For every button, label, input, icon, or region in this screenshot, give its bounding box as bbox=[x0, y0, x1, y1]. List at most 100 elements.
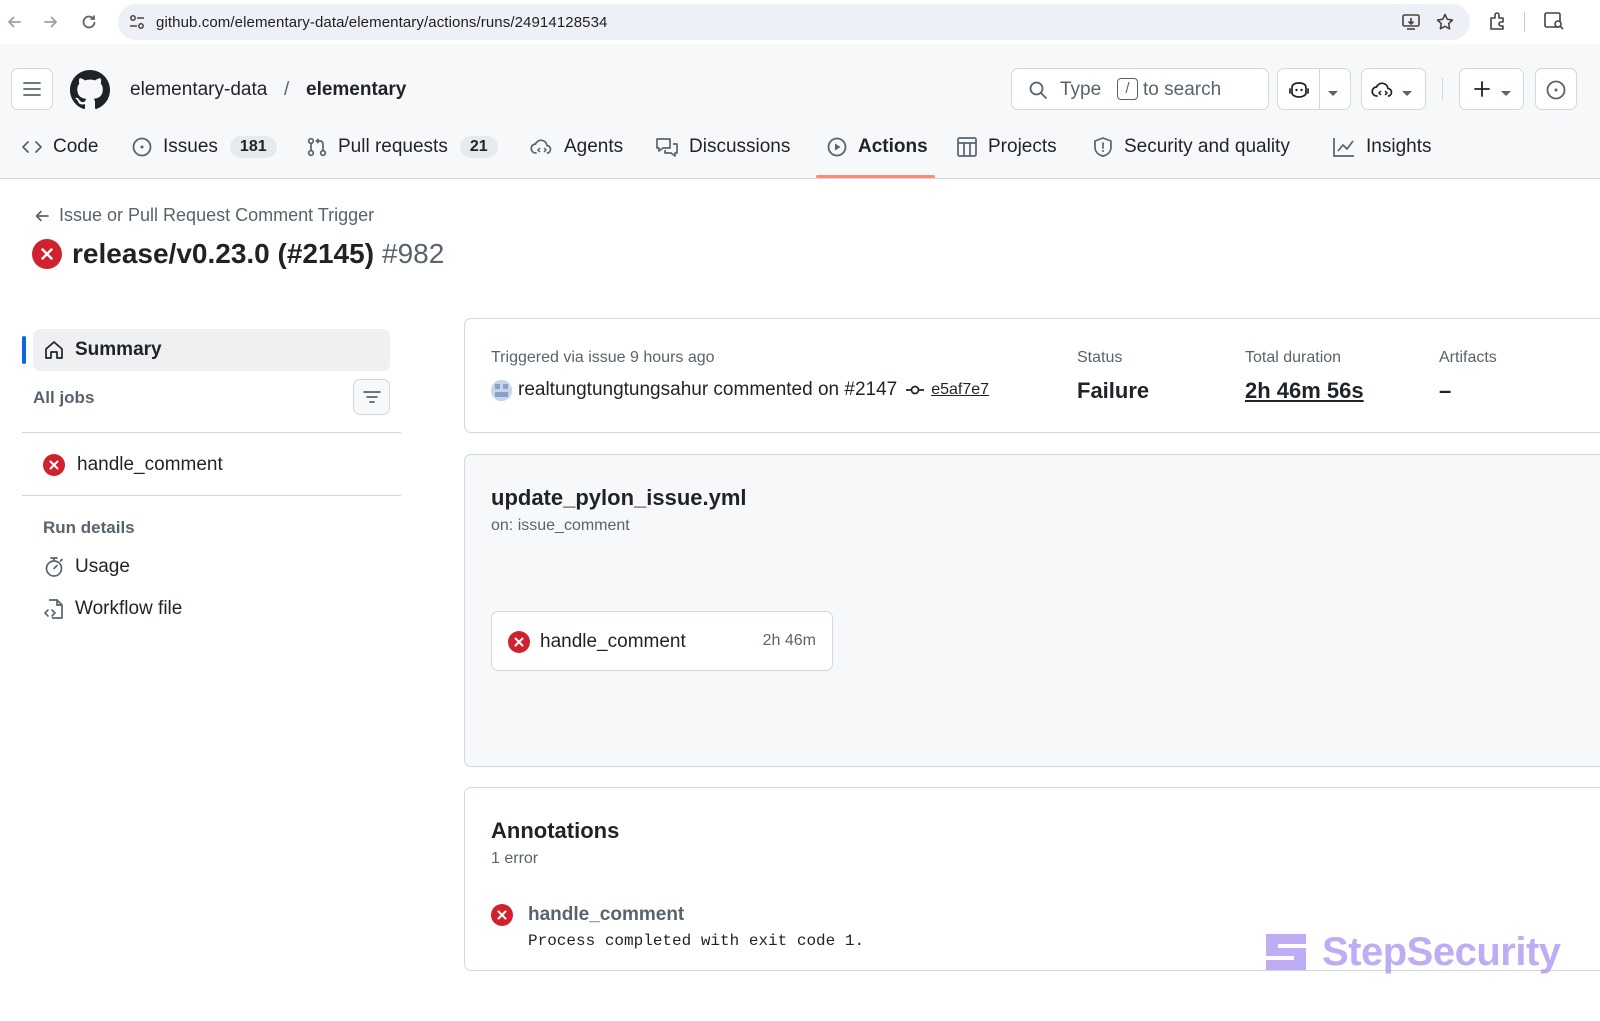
repo-path-separator: / bbox=[284, 79, 290, 100]
cloud-agent-icon bbox=[1371, 79, 1395, 106]
arrow-left-icon bbox=[35, 210, 49, 221]
home-icon bbox=[45, 341, 63, 359]
sidebar-item-workflow-file[interactable]: Workflow file bbox=[43, 598, 182, 620]
tab-issues[interactable]: Issues 181 bbox=[131, 132, 277, 162]
avatar[interactable] bbox=[491, 379, 512, 401]
failure-x-circle-icon bbox=[43, 454, 65, 476]
create-new-button[interactable] bbox=[1459, 68, 1524, 110]
trigger-text[interactable]: realtungtungtungsahur commented on #2147 bbox=[518, 379, 897, 401]
trigger-label: Triggered via issue 9 hours ago bbox=[491, 349, 715, 366]
tab-discussions[interactable]: Discussions bbox=[655, 132, 790, 162]
plus-icon bbox=[1472, 79, 1492, 104]
commit-sha-link[interactable]: e5af7e7 bbox=[931, 381, 989, 399]
search-input[interactable]: Type / to search bbox=[1011, 68, 1269, 110]
failure-x-circle-icon bbox=[508, 631, 530, 653]
annotations-title: Annotations bbox=[491, 818, 620, 843]
issues-count-badge: 181 bbox=[229, 136, 277, 158]
browser-toolbar: github.com/elementary-data/elementary/ac… bbox=[0, 0, 1600, 44]
codespaces-button[interactable] bbox=[1361, 68, 1426, 110]
sidebar-divider bbox=[22, 432, 401, 433]
annotation-message: Process completed with exit code 1. bbox=[528, 932, 865, 950]
copilot-icon bbox=[1288, 79, 1310, 106]
url-text[interactable]: github.com/elementary-data/elementary/ac… bbox=[156, 14, 607, 31]
failure-x-circle-icon bbox=[32, 239, 62, 269]
run-title-text: release/v0.23.0 (#2145) bbox=[72, 238, 375, 269]
sidebar-item-usage[interactable]: Usage bbox=[43, 556, 130, 578]
run-details-heading: Run details bbox=[43, 518, 135, 537]
copilot-button[interactable] bbox=[1277, 68, 1351, 110]
extensions-icon[interactable] bbox=[1487, 10, 1509, 37]
tab-code[interactable]: Code bbox=[21, 132, 98, 162]
bookmark-star-icon[interactable] bbox=[1435, 12, 1455, 37]
agents-icon bbox=[530, 139, 552, 154]
side-panel-icon[interactable] bbox=[1543, 10, 1565, 37]
github-logo-icon[interactable] bbox=[70, 70, 110, 115]
tab-projects[interactable]: Projects bbox=[956, 132, 1057, 162]
tab-security[interactable]: Security and quality bbox=[1092, 132, 1290, 162]
hamburger-icon bbox=[23, 82, 41, 96]
install-app-icon[interactable] bbox=[1401, 12, 1421, 37]
reload-icon[interactable] bbox=[77, 10, 101, 34]
chevron-down-icon[interactable] bbox=[1500, 85, 1512, 103]
file-code-icon bbox=[43, 599, 63, 619]
tab-insights[interactable]: Insights bbox=[1332, 132, 1431, 162]
menu-button[interactable] bbox=[11, 68, 53, 110]
pull-requests-count-badge: 21 bbox=[459, 136, 498, 158]
workflow-graph-card: update_pylon_issue.yml on: issue_comment… bbox=[464, 454, 1600, 767]
issue-icon bbox=[1546, 80, 1566, 100]
all-jobs-heading: All jobs bbox=[33, 388, 95, 407]
tab-actions[interactable]: Actions bbox=[826, 132, 928, 162]
search-icon bbox=[1028, 80, 1048, 106]
search-placeholder-suffix: to search bbox=[1143, 79, 1222, 100]
workflow-file-name: update_pylon_issue.yml bbox=[491, 485, 747, 510]
filter-jobs-button[interactable] bbox=[353, 379, 390, 415]
address-bar[interactable]: github.com/elementary-data/elementary/ac… bbox=[118, 4, 1470, 40]
workflow-trigger-event: on: issue_comment bbox=[491, 517, 630, 534]
job-node-duration: 2h 46m bbox=[762, 632, 816, 649]
job-node-name: handle_comment bbox=[540, 631, 686, 652]
search-placeholder-prefix: Type bbox=[1060, 79, 1102, 100]
duration-link[interactable]: 2h 46m 56s bbox=[1245, 378, 1364, 404]
search-shortcut-key: / bbox=[1117, 78, 1138, 100]
chevron-down-icon[interactable] bbox=[1401, 85, 1413, 103]
repo-name-link[interactable]: elementary bbox=[306, 79, 406, 101]
pull-request-icon bbox=[307, 137, 327, 157]
trigger-details: realtungtungtungsahur commented on #2147… bbox=[491, 379, 989, 401]
chevron-down-icon[interactable] bbox=[1327, 85, 1339, 103]
stopwatch-icon bbox=[45, 557, 63, 577]
your-issues-button[interactable] bbox=[1535, 68, 1577, 110]
annotations-count: 1 error bbox=[491, 850, 539, 867]
tab-pull-requests[interactable]: Pull requests 21 bbox=[306, 132, 498, 162]
issue-icon bbox=[132, 137, 152, 157]
play-icon bbox=[827, 137, 847, 157]
run-number: #982 bbox=[382, 238, 445, 269]
selected-tab-indicator bbox=[816, 175, 935, 178]
git-commit-icon bbox=[906, 385, 925, 395]
discussions-icon bbox=[656, 138, 678, 157]
failure-x-circle-icon bbox=[491, 904, 513, 926]
code-icon bbox=[22, 141, 42, 153]
graph-icon bbox=[1333, 138, 1354, 157]
shield-icon bbox=[1094, 137, 1112, 157]
github-header: elementary-data / elementary Type / to s… bbox=[0, 44, 1600, 179]
status-value: Failure bbox=[1077, 378, 1150, 403]
stepsecurity-watermark: StepSecurity bbox=[1262, 928, 1561, 976]
sidebar-item-job[interactable]: handle_comment bbox=[43, 454, 223, 476]
stepsecurity-logo-icon bbox=[1266, 934, 1306, 970]
forward-arrow-icon[interactable] bbox=[39, 10, 63, 34]
annotation-job-link[interactable]: handle_comment bbox=[528, 904, 684, 926]
tab-agents[interactable]: Agents bbox=[530, 132, 623, 162]
status-label: Status bbox=[1077, 349, 1123, 366]
sidebar-item-summary[interactable]: Summary bbox=[33, 329, 390, 371]
back-arrow-icon[interactable] bbox=[2, 10, 26, 34]
job-node[interactable]: handle_comment 2h 46m bbox=[491, 611, 833, 671]
artifacts-value: – bbox=[1439, 378, 1452, 403]
run-summary-card: Triggered via issue 9 hours ago realtung… bbox=[464, 318, 1600, 433]
sidebar-divider bbox=[22, 495, 401, 496]
site-settings-icon[interactable] bbox=[128, 13, 146, 36]
active-item-indicator bbox=[22, 336, 26, 364]
workflow-back-link[interactable]: Issue or Pull Request Comment Trigger bbox=[34, 205, 374, 226]
repo-owner-link[interactable]: elementary-data bbox=[130, 79, 267, 101]
duration-label: Total duration bbox=[1245, 349, 1342, 366]
table-icon bbox=[957, 137, 977, 157]
